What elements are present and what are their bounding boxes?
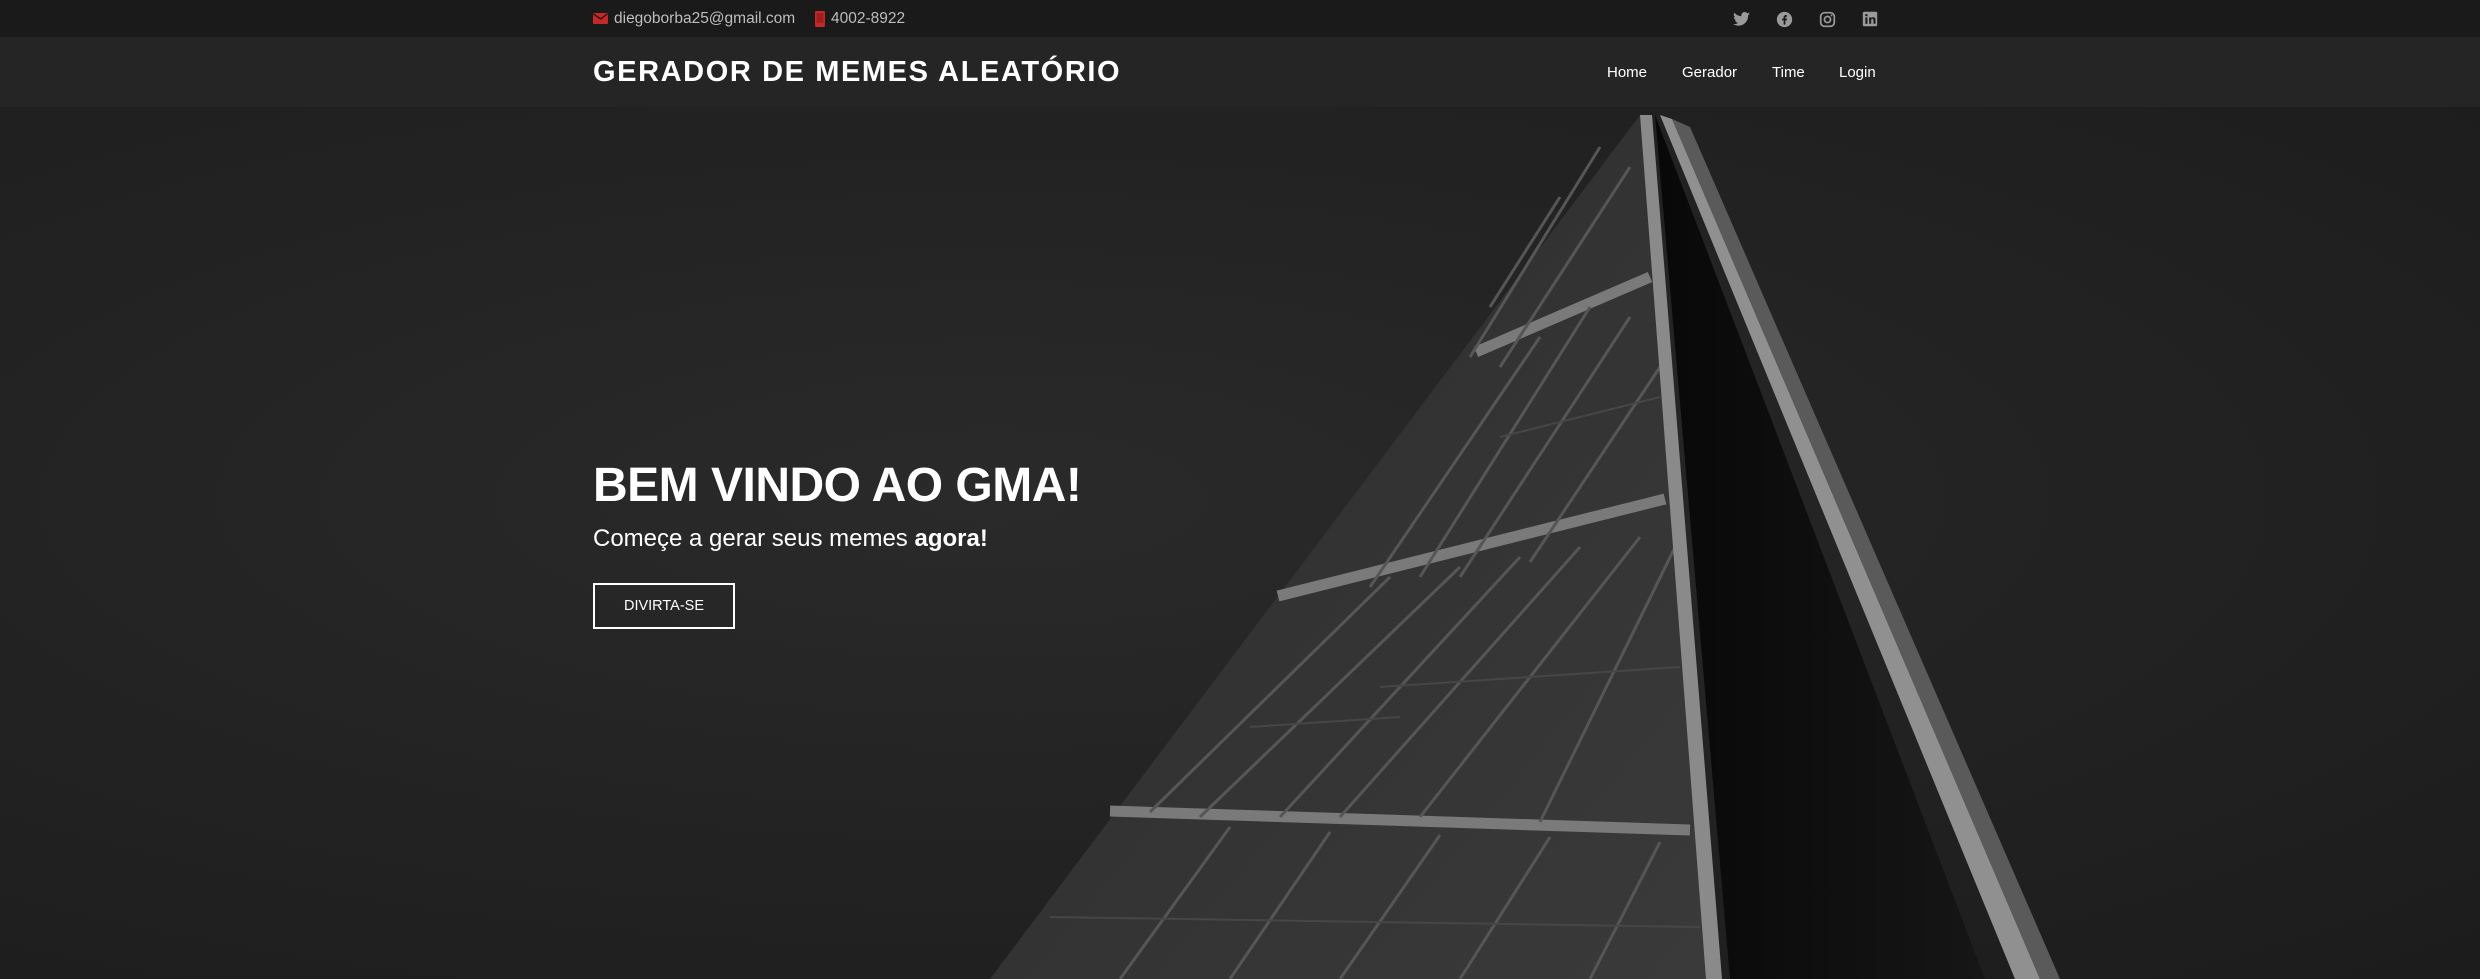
nav-home[interactable]: Home — [1607, 37, 1647, 107]
email-contact[interactable]: diegoborba25@gmail.com — [593, 0, 795, 37]
envelope-icon — [593, 13, 608, 24]
instagram-icon[interactable] — [1817, 9, 1837, 29]
email-text: diegoborba25@gmail.com — [614, 9, 796, 27]
hero-title: BEM VINDO AO GMA! — [593, 459, 1082, 512]
page: diegoborba25@gmail.com 4002-8922 GERADOR… — [0, 0, 2480, 979]
divirta-se-button[interactable]: DIVIRTA-SE — [593, 583, 735, 629]
phone-icon — [815, 10, 825, 27]
phone-text: 4002-8922 — [831, 9, 906, 27]
hero-subtitle: Começe a gerar seus memes agora! — [593, 525, 988, 553]
header: GERADOR DE MEMES ALEATÓRIO Home Gerador … — [0, 37, 2480, 107]
hero-subtitle-emphasis: agora! — [914, 525, 988, 552]
facebook-icon[interactable] — [1774, 9, 1794, 29]
hero-building-image — [990, 115, 2060, 979]
phone-contact[interactable]: 4002-8922 — [815, 0, 905, 37]
linkedin-icon[interactable] — [1860, 9, 1880, 29]
twitter-icon[interactable] — [1731, 9, 1751, 29]
nav-gerador[interactable]: Gerador — [1682, 37, 1737, 107]
site-logo[interactable]: GERADOR DE MEMES ALEATÓRIO — [593, 37, 1121, 107]
nav-time[interactable]: Time — [1772, 37, 1805, 107]
nav-login[interactable]: Login — [1839, 37, 1876, 107]
topbar: diegoborba25@gmail.com 4002-8922 — [0, 0, 2480, 37]
hero-subtitle-text: Começe a gerar seus memes — [593, 525, 915, 552]
hero-section: BEM VINDO AO GMA! Começe a gerar seus me… — [0, 107, 2480, 979]
